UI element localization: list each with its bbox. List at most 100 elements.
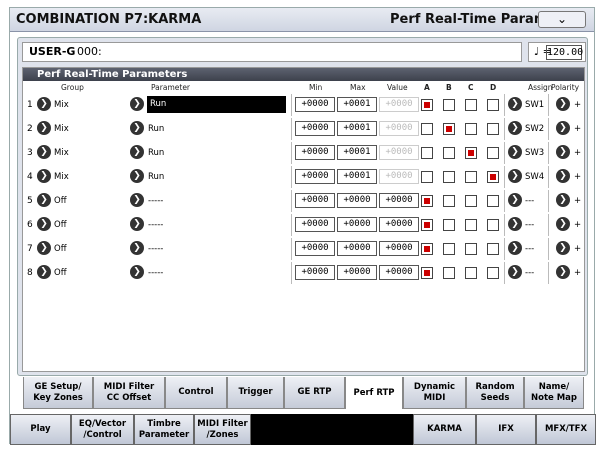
group-value[interactable]: Mix: [54, 100, 69, 110]
value-field[interactable]: +0000: [379, 145, 419, 160]
page-tab-midi-filter-zones[interactable]: MIDI Filter /Zones: [194, 414, 251, 445]
parameter-value[interactable]: -----: [148, 268, 163, 278]
scene-d-checkbox[interactable]: [487, 267, 499, 279]
parameter-value[interactable]: Run: [148, 172, 164, 182]
scene-d-checkbox[interactable]: [487, 99, 499, 111]
value-field[interactable]: +0000: [379, 241, 419, 256]
scene-a-checkbox[interactable]: [421, 147, 433, 159]
assign-value[interactable]: ---: [525, 268, 534, 278]
page-tab-timbre-parameter[interactable]: Timbre Parameter: [134, 414, 194, 445]
min-field[interactable]: +0000: [295, 97, 335, 112]
parameter-value[interactable]: -----: [148, 244, 163, 254]
parameter-value[interactable]: -----: [148, 196, 163, 206]
assign-value[interactable]: SW4: [525, 172, 544, 182]
polarity-value[interactable]: +: [574, 196, 581, 206]
value-field[interactable]: +0000: [379, 193, 419, 208]
scene-c-checkbox[interactable]: [465, 243, 477, 255]
max-field[interactable]: +0001: [337, 121, 377, 136]
scene-c-checkbox[interactable]: [465, 195, 477, 207]
assign-arrow-icon[interactable]: ❯: [508, 217, 522, 231]
assign-arrow-icon[interactable]: ❯: [508, 97, 522, 111]
scene-b-checkbox[interactable]: [443, 243, 455, 255]
program-select[interactable]: USER-G 000:: [22, 42, 522, 62]
assign-arrow-icon[interactable]: ❯: [508, 145, 522, 159]
group-arrow-icon[interactable]: ❯: [37, 217, 51, 231]
polarity-value[interactable]: +: [574, 124, 581, 134]
polarity-arrow-icon[interactable]: ❯: [556, 241, 570, 255]
tab-name-note-map[interactable]: Name/ Note Map: [524, 377, 584, 409]
scene-a-checkbox[interactable]: [421, 171, 433, 183]
polarity-value[interactable]: +: [574, 100, 581, 110]
assign-arrow-icon[interactable]: ❯: [508, 193, 522, 207]
group-value[interactable]: Off: [54, 244, 67, 254]
value-field[interactable]: +0000: [379, 169, 419, 184]
scene-b-checkbox[interactable]: [443, 195, 455, 207]
min-field[interactable]: +0000: [295, 193, 335, 208]
parameter-arrow-icon[interactable]: ❯: [130, 193, 144, 207]
value-field[interactable]: +0000: [379, 217, 419, 232]
group-value[interactable]: Mix: [54, 124, 69, 134]
group-arrow-icon[interactable]: ❯: [37, 169, 51, 183]
min-field[interactable]: +0000: [295, 241, 335, 256]
min-field[interactable]: +0000: [295, 265, 335, 280]
max-field[interactable]: +0000: [337, 265, 377, 280]
polarity-arrow-icon[interactable]: ❯: [556, 121, 570, 135]
scene-b-checkbox[interactable]: [443, 219, 455, 231]
assign-value[interactable]: SW1: [525, 100, 544, 110]
parameter-arrow-icon[interactable]: ❯: [130, 169, 144, 183]
parameter-arrow-icon[interactable]: ❯: [130, 241, 144, 255]
min-field[interactable]: +0000: [295, 169, 335, 184]
group-arrow-icon[interactable]: ❯: [37, 241, 51, 255]
assign-value[interactable]: ---: [525, 220, 534, 230]
group-value[interactable]: Off: [54, 220, 67, 230]
group-arrow-icon[interactable]: ❯: [37, 121, 51, 135]
parameter-value[interactable]: -----: [148, 220, 163, 230]
scene-a-checkbox[interactable]: [421, 99, 433, 111]
tab-ge-rtp[interactable]: GE RTP: [284, 377, 345, 409]
page-menu-button[interactable]: ⌄: [538, 11, 586, 28]
scene-a-checkbox[interactable]: [421, 243, 433, 255]
group-arrow-icon[interactable]: ❯: [37, 97, 51, 111]
page-tab-karma[interactable]: KARMA: [413, 414, 476, 445]
scene-d-checkbox[interactable]: [487, 219, 499, 231]
scene-a-checkbox[interactable]: [421, 219, 433, 231]
parameter-arrow-icon[interactable]: ❯: [130, 145, 144, 159]
polarity-arrow-icon[interactable]: ❯: [556, 97, 570, 111]
assign-value[interactable]: SW3: [525, 148, 544, 158]
tab-control[interactable]: Control: [165, 377, 227, 409]
group-value[interactable]: Off: [54, 268, 67, 278]
assign-arrow-icon[interactable]: ❯: [508, 169, 522, 183]
max-field[interactable]: +0001: [337, 97, 377, 112]
scene-a-checkbox[interactable]: [421, 123, 433, 135]
polarity-value[interactable]: +: [574, 148, 581, 158]
assign-arrow-icon[interactable]: ❯: [508, 265, 522, 279]
parameter-value[interactable]: Run: [148, 124, 164, 134]
tab-midi-filter-cc-offset[interactable]: MIDI Filter CC Offset: [93, 377, 165, 409]
scene-d-checkbox[interactable]: [487, 123, 499, 135]
parameter-arrow-icon[interactable]: ❯: [130, 217, 144, 231]
min-field[interactable]: +0000: [295, 145, 335, 160]
scene-c-checkbox[interactable]: [465, 99, 477, 111]
page-tab-ifx[interactable]: IFX: [476, 414, 536, 445]
scene-d-checkbox[interactable]: [487, 147, 499, 159]
max-field[interactable]: +0000: [337, 241, 377, 256]
scene-a-checkbox[interactable]: [421, 195, 433, 207]
assign-value[interactable]: ---: [525, 196, 534, 206]
scene-b-checkbox[interactable]: [443, 123, 455, 135]
scene-d-checkbox[interactable]: [487, 243, 499, 255]
group-value[interactable]: Off: [54, 196, 67, 206]
scene-c-checkbox[interactable]: [465, 147, 477, 159]
value-field[interactable]: +0000: [379, 121, 419, 136]
scene-b-checkbox[interactable]: [443, 147, 455, 159]
tab-trigger[interactable]: Trigger: [227, 377, 284, 409]
group-arrow-icon[interactable]: ❯: [37, 193, 51, 207]
parameter-value[interactable]: Run: [148, 148, 164, 158]
polarity-value[interactable]: +: [574, 172, 581, 182]
parameter-arrow-icon[interactable]: ❯: [130, 121, 144, 135]
tab-dynamic-midi[interactable]: Dynamic MIDI: [403, 377, 466, 409]
group-value[interactable]: Mix: [54, 172, 69, 182]
scene-c-checkbox[interactable]: [465, 171, 477, 183]
assign-value[interactable]: SW2: [525, 124, 544, 134]
parameter-value[interactable]: Run: [147, 96, 286, 113]
polarity-arrow-icon[interactable]: ❯: [556, 169, 570, 183]
